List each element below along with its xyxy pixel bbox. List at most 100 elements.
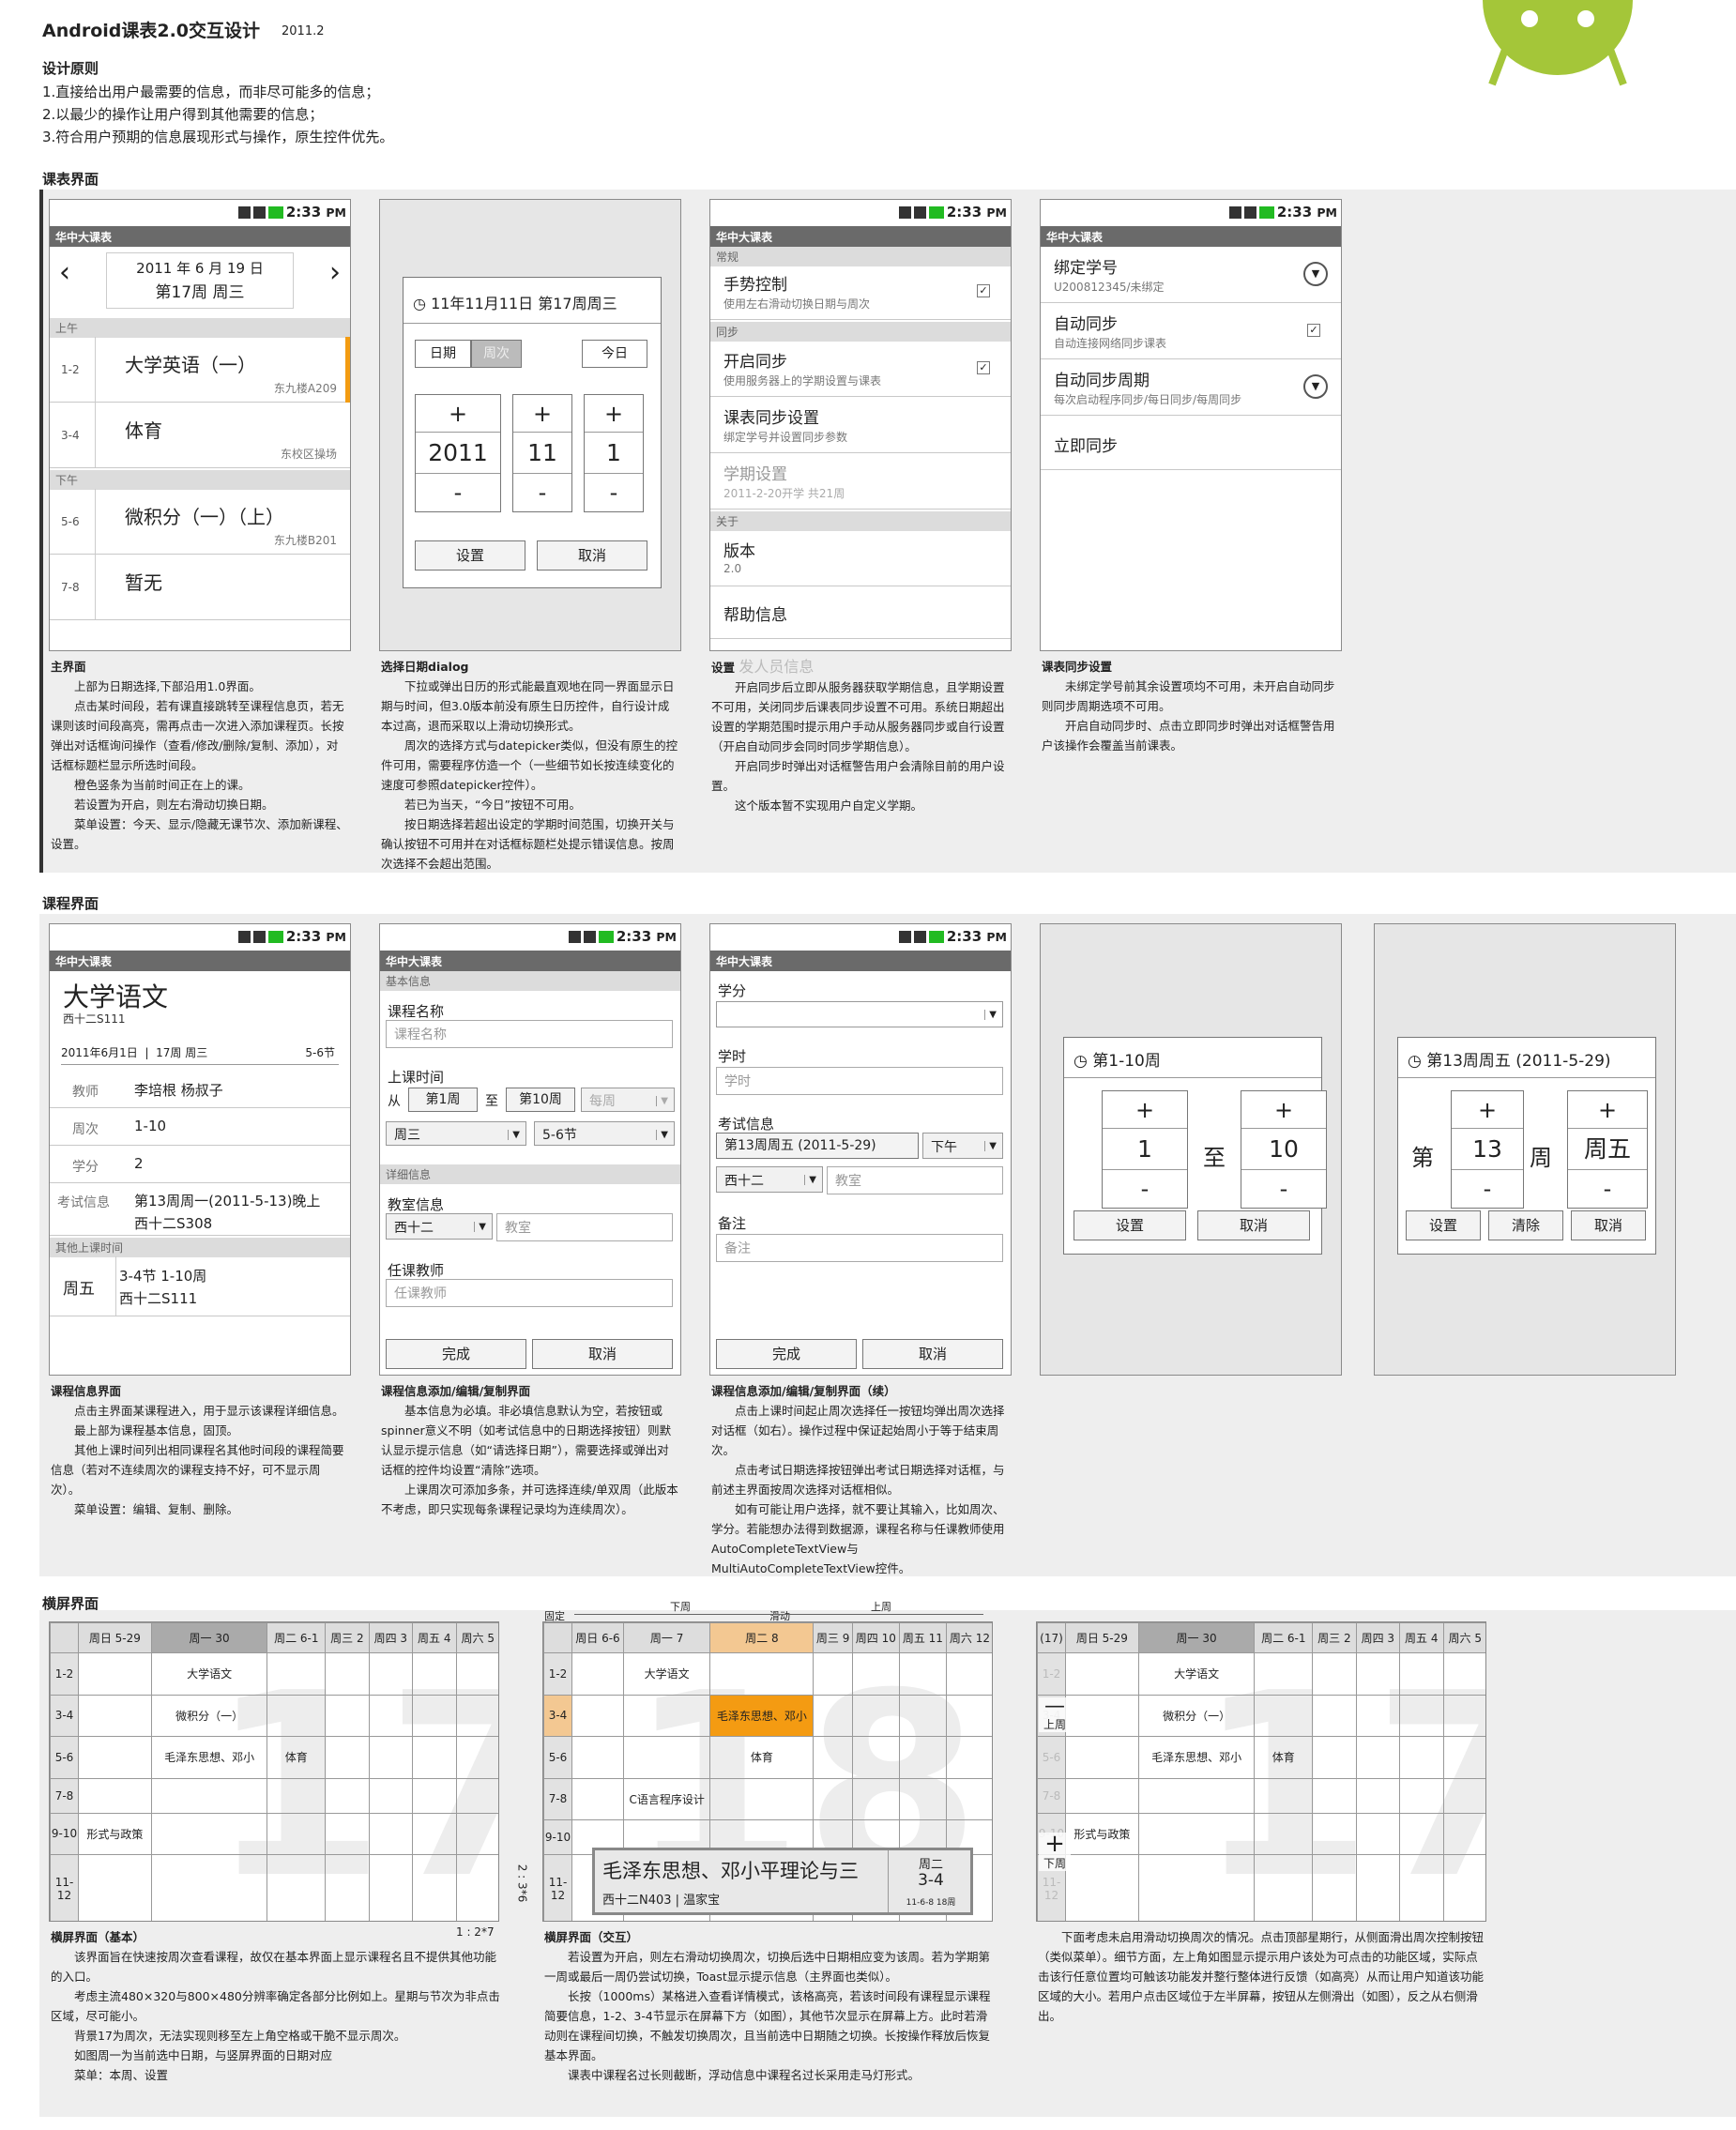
- settings-group-about: 关于: [710, 511, 1011, 531]
- morning-header: 上午: [50, 318, 350, 338]
- done-button[interactable]: 完成: [716, 1339, 857, 1369]
- exam-room-input[interactable]: 教室: [827, 1166, 1003, 1194]
- building-select[interactable]: 西十二 ▼: [386, 1213, 493, 1240]
- other-time-row[interactable]: 周五 3-4节 1-10周 西十二S111: [50, 1256, 350, 1316]
- landscape-basic: 17 周日 5-29周一 30周二 6-1周三 2周四 3周五 4周六 5 1-…: [49, 1621, 499, 1922]
- set-button[interactable]: 设置: [1406, 1210, 1481, 1240]
- sync-settings-screen: 2:33 PM 华中大课表 绑定学号 U200812345/未绑定 ▼ 自动同步 自动…: [1040, 199, 1342, 651]
- clear-button[interactable]: 清除: [1488, 1210, 1563, 1240]
- schedule-row[interactable]: 1-2 大学英语（一） 东九楼A209: [50, 337, 350, 403]
- bind-id-setting[interactable]: 绑定学号 U200812345/未绑定 ▼: [1041, 247, 1341, 303]
- grid-course[interactable]: 微积分（一）: [150, 1694, 268, 1738]
- hours-input[interactable]: 学时: [716, 1067, 1003, 1095]
- chevron-down-icon[interactable]: ▼: [1303, 374, 1328, 399]
- day-spinner[interactable]: +1-: [584, 394, 644, 512]
- caption-course-edit-cont: 课程信息添加/编辑/复制界面（续） 点击上课时间起止周次选择任一按钮均弹出周次选…: [711, 1384, 1005, 1575]
- next-week-button[interactable]: + 下周: [1039, 1832, 1071, 1871]
- start-week-spinner[interactable]: +1-: [1102, 1090, 1188, 1209]
- open-sync-setting[interactable]: 开启同步 使用服务器上的学期设置与课表 ✓: [710, 341, 1011, 397]
- frequency-select[interactable]: 每周 ▼: [581, 1088, 675, 1112]
- course-name-input[interactable]: 课程名称: [386, 1020, 673, 1048]
- sync-period-setting[interactable]: 自动同步周期 每次启动程序同步/每日同步/每周同步 ▼: [1041, 359, 1341, 416]
- grid-course[interactable]: 体育: [266, 1736, 327, 1779]
- android-icon: [1483, 0, 1633, 86]
- exam-building-select[interactable]: 西十二 ▼: [716, 1166, 823, 1193]
- teacher-input[interactable]: 任课教师: [386, 1279, 673, 1307]
- landscape-week-switch: 17 (17)周日 5-29周一 30周二 6-1周三 2周四 3周五 4周六 …: [1036, 1621, 1486, 1922]
- exam-date-button[interactable]: 第13周周五 (2011-5-29): [716, 1133, 919, 1159]
- auto-sync-checkbox[interactable]: ✓: [1307, 324, 1320, 337]
- course-edit-cont-screen: 2:33 PM 华中大课表 学分 ▼ 学时 学时 考试信息 第13周周五 (20…: [709, 923, 1012, 1376]
- classroom-input[interactable]: 教室: [496, 1213, 673, 1241]
- grid-course[interactable]: 大学语文: [150, 1652, 268, 1696]
- main-screen: 2:33 PM 华中大课表 ‹ › 2011 年 6 月 19 日 第17周 周…: [49, 199, 351, 651]
- tab-week[interactable]: 周次: [471, 340, 522, 368]
- cancel-button[interactable]: 取消: [1571, 1210, 1646, 1240]
- schedule-row[interactable]: 3-4 体育 东校区操场: [50, 403, 350, 468]
- set-button[interactable]: 设置: [415, 540, 525, 571]
- cancel-button[interactable]: 取消: [532, 1339, 673, 1369]
- weeks-row: 周次 1-10: [50, 1108, 350, 1146]
- highlighted-cell[interactable]: 毛泽东思想、邓小: [709, 1694, 815, 1738]
- current-date: 2011 年 6 月 19 日: [136, 260, 264, 277]
- sync-now-setting[interactable]: 立即同步: [1041, 416, 1341, 470]
- next-day-icon[interactable]: ›: [329, 256, 341, 289]
- start-week-button[interactable]: 第1周: [408, 1088, 478, 1112]
- gesture-setting[interactable]: 手势控制 使用左右滑动切换日期与周次 ✓: [710, 264, 1011, 320]
- auto-sync-setting[interactable]: 自动同步 自动连接网络同步课表 ✓: [1041, 303, 1341, 359]
- status-bar: 2:33 PM: [898, 204, 1007, 221]
- schedule-row[interactable]: 5-6 微积分（一）（上） 东九楼B201: [50, 489, 350, 555]
- course-title: 大学语文: [63, 981, 169, 1012]
- week-grid: 周日 5-29 周一 30 周二 6-1 周三 2 周四 3 周五 4 周六 5 1-2 大学…: [50, 1622, 498, 1921]
- exam-day-spinner[interactable]: + 周五 -: [1567, 1090, 1648, 1209]
- prev-day-icon[interactable]: ‹: [59, 256, 70, 289]
- credit-select[interactable]: ▼: [716, 1001, 1003, 1027]
- current-class-indicator: [345, 337, 350, 403]
- section-title-schedule: 课表界面: [42, 171, 99, 188]
- note-input[interactable]: 备注: [716, 1234, 1003, 1262]
- settings-group-sync: 同步: [710, 322, 1011, 342]
- settings-screen: 2:33 PM 华中大课表 常规 手势控制 使用左右滑动切换日期与周次 ✓ 同步 开…: [709, 199, 1012, 651]
- grid-course[interactable]: 毛泽东思想、邓小: [150, 1736, 268, 1779]
- today-button[interactable]: 今日: [582, 340, 647, 368]
- cancel-button[interactable]: 取消: [537, 540, 647, 571]
- chevron-down-icon[interactable]: ▼: [1303, 262, 1328, 286]
- status-bar: 2:33 PM: [1228, 204, 1337, 221]
- month-spinner[interactable]: +11-: [512, 394, 572, 512]
- caption-course-edit: 课程信息添加/编辑/复制界面 基本信息为必填。非必填信息默认为空，若按钮或spi…: [381, 1384, 678, 1516]
- tab-date[interactable]: 日期: [415, 340, 471, 368]
- cancel-button[interactable]: 取消: [1197, 1210, 1310, 1240]
- done-button[interactable]: 完成: [386, 1339, 526, 1369]
- year-spinner[interactable]: +2011-: [415, 394, 501, 512]
- schedule-row[interactable]: 7-8 暂无: [50, 555, 350, 620]
- landscape-interactive: 18 周日 6-6 周一 7 周二 8 周三 9 周四 10 周五 11 周六 12 1-2…: [542, 1621, 993, 1922]
- course-edit-screen: 2:33 PM 华中大课表 基本信息 课程名称 课程名称 上课时间 从 第1周 …: [379, 923, 681, 1376]
- principle-1: 1.直接给出用户最需要的信息，而非尽可能多的信息；: [42, 84, 380, 100]
- sync-checkbox[interactable]: ✓: [977, 361, 990, 374]
- caption-settings: 设置 发人员信息 开启同步后立即从服务器获取学期信息，且学期设置不可用，关闭同步…: [711, 658, 1005, 813]
- term-setting[interactable]: 学期设置 2011-2-20开学 共21周: [710, 453, 1011, 510]
- end-week-button[interactable]: 第10周: [506, 1088, 575, 1112]
- exam-period-select[interactable]: 下午 ▼: [922, 1133, 1003, 1159]
- set-button[interactable]: 设置: [1074, 1210, 1186, 1240]
- end-week-spinner[interactable]: +10-: [1241, 1090, 1327, 1209]
- prev-week-button[interactable]: — 上周: [1039, 1696, 1071, 1732]
- course-sync-setting[interactable]: 课表同步设置 绑定学号并设置同步参数: [710, 397, 1011, 453]
- week-dialog-screen: ◷ 第1-10周 +1- 至 +10- 设置 取消: [1040, 923, 1342, 1376]
- principle-2: 2.以最少的操作让用户得到其他需要的信息；: [42, 106, 324, 123]
- clock-icon: ◷: [413, 295, 426, 312]
- course-date-line: 2011年6月1日 | 17周 周三 5-6节: [61, 1044, 339, 1065]
- clock-icon: ◷: [1074, 1052, 1088, 1071]
- gesture-checkbox[interactable]: ✓: [977, 284, 990, 297]
- principles-title: 设计原则: [42, 60, 99, 77]
- exam-week-spinner[interactable]: +13-: [1451, 1090, 1524, 1209]
- status-bar: 2:33 PM: [237, 204, 346, 221]
- day-select[interactable]: 周三 ▼: [386, 1121, 526, 1146]
- cancel-button[interactable]: 取消: [862, 1339, 1003, 1369]
- swipe-indicator: 固定 下周 滑动 上周: [542, 1599, 993, 1622]
- date-selector[interactable]: 2011 年 6 月 19 日 第17周 周三: [106, 252, 294, 309]
- help-setting[interactable]: 帮助信息: [710, 586, 1011, 639]
- grid-course[interactable]: 形式与政策: [78, 1812, 152, 1856]
- current-week: 第17周 周三: [155, 283, 245, 302]
- slot-select[interactable]: 5-6节 ▼: [534, 1121, 675, 1146]
